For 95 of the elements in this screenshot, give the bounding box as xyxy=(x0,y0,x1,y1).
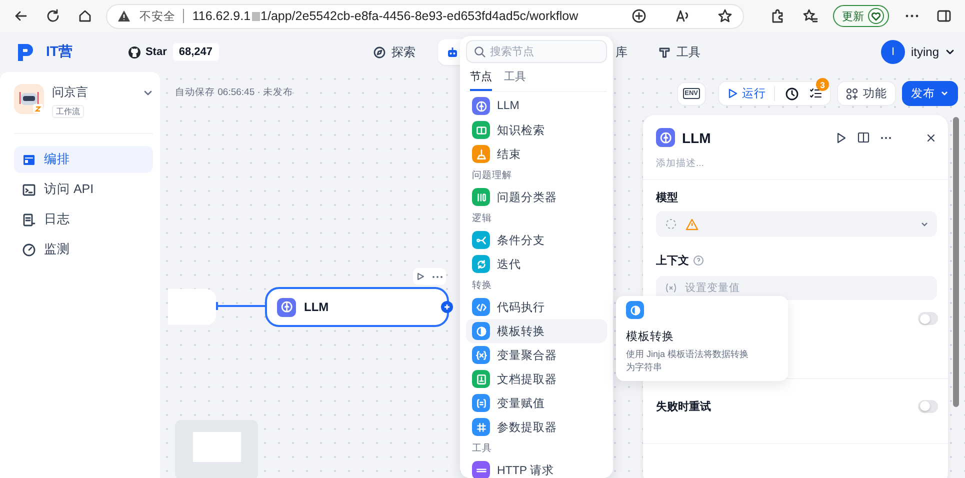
nav-tab[interactable]: 工具 xyxy=(650,39,709,65)
chevron-down-icon xyxy=(940,89,949,98)
node-menu-item[interactable]: LLM xyxy=(466,94,607,118)
address-bar[interactable]: 不安全 116.62.9.1 1/app/2e5542cb-e8fa-4456-8e93-ed653fd4ad5c/workflow xyxy=(106,4,744,28)
model-icon xyxy=(665,218,677,230)
group-title: 问题理解 xyxy=(471,169,513,183)
security-label: 不安全 xyxy=(139,10,176,24)
llm-node[interactable]: LLM xyxy=(265,287,449,327)
github-icon xyxy=(128,46,142,58)
history-icon[interactable] xyxy=(785,86,799,100)
tooltip-title: 模板转换 xyxy=(626,330,675,344)
autosave-status: 自动保存 06:56:45 · 未发布 xyxy=(175,86,294,99)
heart-icon xyxy=(870,11,881,21)
node-menu-item[interactable]: 迭代 xyxy=(466,252,607,276)
home-icon[interactable] xyxy=(77,8,94,24)
setting-label: 失败时重试 xyxy=(656,400,711,414)
field-label: 上下文 xyxy=(656,254,689,268)
node-menu-item[interactable]: 变量赋值 xyxy=(466,391,607,415)
url-text: 1/app/2e5542cb-e8fa-4456-8e93-ed653fd4ad5c/workflow xyxy=(260,9,578,23)
node-menu-item[interactable]: 变量聚合器 xyxy=(466,343,607,367)
group-title: 逻辑 xyxy=(471,212,493,226)
compass-icon xyxy=(372,46,386,58)
menu-tab[interactable]: 节点 xyxy=(470,69,492,91)
app-logo-text: IT营 xyxy=(46,43,72,61)
user-name[interactable]: itying xyxy=(910,45,939,59)
connector-line xyxy=(216,305,266,307)
field-label: 模型 xyxy=(656,190,678,205)
toggle-switch[interactable] xyxy=(918,312,938,325)
toggle-switch[interactable] xyxy=(918,400,938,412)
update-button[interactable]: 更新 xyxy=(832,5,889,27)
warning-icon xyxy=(117,9,132,23)
hammer-icon xyxy=(658,46,671,58)
publish-button[interactable]: 发布 xyxy=(902,81,958,106)
node-menu-item[interactable]: 结束 xyxy=(466,142,607,166)
sidebar-icon[interactable] xyxy=(936,8,952,24)
node-menu-item[interactable]: 文档提取器 xyxy=(466,367,607,391)
sidebar-item[interactable]: 访问 API xyxy=(14,176,153,203)
group-title: 工具 xyxy=(471,442,493,456)
layout-icon xyxy=(22,152,36,166)
features-button[interactable]: 功能 xyxy=(837,81,896,106)
help-icon xyxy=(693,255,704,266)
more-icon[interactable] xyxy=(880,136,892,140)
sidebar-item[interactable]: 监测 xyxy=(14,236,153,263)
node-menu-item[interactable]: 代码执行 xyxy=(466,295,607,319)
node-menu-item[interactable]: HTTP 请求 xyxy=(466,458,607,478)
terminal-icon xyxy=(22,182,36,196)
chevron-down-icon xyxy=(945,47,955,57)
node-menu-item[interactable]: 知识检索 xyxy=(466,118,607,142)
group-title: 转换 xyxy=(471,279,493,293)
robot-avatar-icon xyxy=(14,84,44,114)
app-type-label: 工作流 xyxy=(52,105,84,118)
play-icon[interactable] xyxy=(835,132,847,144)
star-count: 68,247 xyxy=(172,43,219,61)
apps-icon xyxy=(846,88,858,100)
search-field[interactable]: 搜索节点 xyxy=(490,46,599,58)
chevron-down-icon xyxy=(920,220,929,228)
add-handle-icon[interactable] xyxy=(441,301,453,313)
sidebar-item[interactable]: 编排 xyxy=(14,146,153,173)
star-icon[interactable] xyxy=(717,8,734,24)
refresh-icon[interactable] xyxy=(45,8,62,24)
run-button[interactable]: 运行 xyxy=(727,86,775,101)
favorites-icon[interactable] xyxy=(802,8,818,24)
panel-title: LLM xyxy=(682,130,712,146)
url-text: 116.62.9.1 xyxy=(192,9,251,23)
node-menu-item[interactable]: 条件分支 xyxy=(466,228,607,252)
gauge-icon xyxy=(22,242,36,256)
user-avatar[interactable]: I xyxy=(880,40,905,64)
document-icon xyxy=(22,212,36,226)
play-icon xyxy=(727,88,738,99)
chevron-down-icon[interactable] xyxy=(143,88,153,98)
node-menu-item[interactable]: 问题分类器 xyxy=(466,185,607,209)
scrollbar[interactable] xyxy=(953,117,959,407)
robot-icon xyxy=(446,46,459,58)
nav-tab[interactable]: 探索 xyxy=(364,39,424,65)
warning-icon xyxy=(685,218,699,230)
variable-icon xyxy=(665,283,677,293)
translate-icon[interactable] xyxy=(631,8,648,24)
count-badge: 3 xyxy=(816,78,829,91)
node-menu-item[interactable]: 参数提取器 xyxy=(466,415,607,439)
github-star-button[interactable]: Star xyxy=(128,46,167,58)
close-icon[interactable] xyxy=(926,132,936,142)
node-menu-item[interactable]: 模板转换 xyxy=(466,319,607,343)
play-icon[interactable] xyxy=(416,272,426,281)
tooltip-description: 使用 Jinja 模板语法将数据转换为字符串 xyxy=(626,348,750,373)
menu-tab[interactable]: 工具 xyxy=(504,69,526,91)
brain-icon xyxy=(277,298,296,316)
brain-icon xyxy=(656,128,675,147)
redaction-mark xyxy=(252,12,260,20)
book-icon[interactable] xyxy=(857,131,870,144)
sidebar-item[interactable]: 日志 xyxy=(14,206,153,233)
checklist-icon[interactable] xyxy=(809,87,822,100)
search-box[interactable]: 搜索节点 xyxy=(466,40,607,63)
app-name: 问京言 xyxy=(52,84,89,101)
start-node[interactable] xyxy=(168,289,216,325)
search-icon xyxy=(474,46,486,58)
